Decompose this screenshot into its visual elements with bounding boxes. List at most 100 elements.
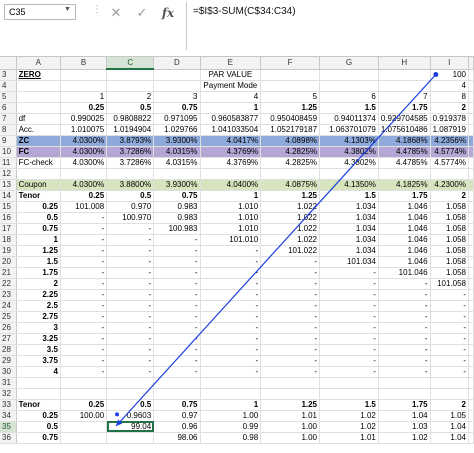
cell-h30[interactable]: - [378, 366, 431, 378]
cell-d34[interactable]: 0.97 [153, 410, 201, 422]
column-header-a[interactable]: A [16, 57, 61, 70]
cell-e14[interactable]: 1 [200, 190, 262, 202]
cell-d18[interactable]: - [153, 234, 201, 246]
cell-f8[interactable]: 1.052179187 [260, 124, 321, 136]
cell-c35[interactable]: 99.04 [106, 421, 155, 433]
cell-h7[interactable]: 0.929704585 [378, 113, 431, 125]
cell-b20[interactable]: - [60, 256, 108, 268]
cell-f34[interactable]: 1.01 [260, 410, 321, 422]
cell-e21[interactable]: - [200, 267, 262, 279]
cell-i3[interactable]: 100 [430, 69, 470, 81]
cell-g20[interactable]: 101.034 [319, 256, 379, 268]
cell-h10[interactable]: 4.4785% [378, 146, 431, 158]
cell-c7[interactable]: 0.9808822 [106, 113, 155, 125]
cell-b27[interactable]: - [60, 333, 108, 345]
cell-g16[interactable]: 1.034 [319, 212, 379, 224]
cell-f7[interactable]: 0.950408459 [260, 113, 321, 125]
cell-f19[interactable]: 101.022 [260, 245, 321, 257]
cell-c18[interactable]: - [106, 234, 155, 246]
enter-icon[interactable]: ✓ [132, 4, 152, 22]
row-header[interactable]: 17 [0, 223, 17, 235]
cell-d35[interactable]: 0.96 [153, 421, 201, 433]
cell-a5[interactable] [16, 91, 61, 103]
cell-e15[interactable]: 1.010 [200, 201, 262, 213]
cell-e5[interactable]: 4 [200, 91, 262, 103]
cell-b10[interactable]: 4.0300% [60, 146, 108, 158]
cell-b16[interactable]: - [60, 212, 108, 224]
cell-e4[interactable]: Payment Mode [200, 80, 262, 92]
cell-c5[interactable]: 2 [106, 91, 155, 103]
row-header[interactable]: 8 [0, 124, 17, 136]
cell-d32[interactable] [153, 388, 201, 400]
cell-b34[interactable]: 100.00 [60, 410, 108, 422]
cell-b24[interactable]: - [60, 300, 108, 312]
cell-g11[interactable]: 4.3802% [319, 157, 379, 169]
cell-b4[interactable] [60, 80, 108, 92]
cell-g12[interactable] [319, 168, 379, 180]
cell-i6[interactable]: 2 [430, 102, 470, 114]
cell-c21[interactable]: - [106, 267, 155, 279]
cell-h5[interactable]: 7 [378, 91, 431, 103]
cell-d12[interactable] [153, 168, 201, 180]
cell-h11[interactable]: 4.4785% [378, 157, 431, 169]
cell-i35[interactable]: 1.04 [430, 421, 470, 433]
cell-d8[interactable]: 1.029766 [153, 124, 201, 136]
row-header[interactable]: 33 [0, 399, 17, 411]
cell-c10[interactable]: 3.7286% [106, 146, 155, 158]
cell-f17[interactable]: 1.022 [260, 223, 321, 235]
row-header[interactable]: 25 [0, 311, 17, 323]
cell-d13[interactable]: 3.9300% [153, 179, 201, 191]
cell-e31[interactable] [200, 377, 262, 389]
cell-d11[interactable]: 4.0315% [153, 157, 201, 169]
cell-c29[interactable]: - [106, 355, 155, 367]
cell-b15[interactable]: 101.008 [60, 201, 108, 213]
cell-e35[interactable]: 0.99 [200, 421, 262, 433]
row-header[interactable]: 15 [0, 201, 17, 213]
column-header-h[interactable]: H [378, 57, 431, 70]
cell-b7[interactable]: 0.990025 [60, 113, 108, 125]
formula-input[interactable]: =$I$3-SUM(C$34:C34) [186, 2, 474, 50]
cell-f18[interactable]: 1.022 [260, 234, 321, 246]
cell-a9[interactable]: ZC [16, 135, 61, 147]
cell-d28[interactable]: - [153, 344, 201, 356]
cell-g9[interactable]: 4.1303% [319, 135, 379, 147]
cell-i22[interactable]: 101.058 [430, 278, 470, 290]
cell-h24[interactable]: - [378, 300, 431, 312]
cell-e3[interactable]: PAR VALUE [200, 69, 262, 81]
cell-b18[interactable]: - [60, 234, 108, 246]
cell-i16[interactable]: 1.058 [430, 212, 470, 224]
cell-i31[interactable] [430, 377, 470, 389]
cell-g4[interactable] [319, 80, 379, 92]
cell-a24[interactable]: 2.5 [16, 300, 61, 312]
cell-b35[interactable] [60, 421, 108, 433]
cell-b9[interactable]: 4.0300% [60, 135, 108, 147]
cell-d31[interactable] [153, 377, 201, 389]
cell-c13[interactable]: 3.8800% [106, 179, 155, 191]
cell-a28[interactable]: 3.5 [16, 344, 61, 356]
cell-b22[interactable]: - [60, 278, 108, 290]
cell-f26[interactable]: - [260, 322, 321, 334]
cell-d26[interactable]: - [153, 322, 201, 334]
cell-a33[interactable]: Tenor [16, 399, 61, 411]
cell-g17[interactable]: 1.034 [319, 223, 379, 235]
name-box-dropdown-icon[interactable]: ▼ [64, 6, 71, 13]
column-header-d[interactable]: D [153, 57, 201, 70]
cell-h27[interactable]: - [378, 333, 431, 345]
select-all-corner[interactable] [0, 57, 17, 70]
cell-f4[interactable] [260, 80, 321, 92]
cell-d24[interactable]: - [153, 300, 201, 312]
cell-i10[interactable]: 4.5774% [430, 146, 470, 158]
cell-b13[interactable]: 4.0300% [60, 179, 108, 191]
cell-c14[interactable]: 0.5 [106, 190, 155, 202]
cell-a17[interactable]: 0.75 [16, 223, 61, 235]
cell-h17[interactable]: 1.046 [378, 223, 431, 235]
cell-b5[interactable]: 1 [60, 91, 108, 103]
row-header[interactable]: 32 [0, 388, 17, 400]
cell-c11[interactable]: 3.7286% [106, 157, 155, 169]
row-header[interactable]: 26 [0, 322, 17, 334]
cell-e12[interactable] [200, 168, 262, 180]
cell-c12[interactable] [106, 168, 155, 180]
cell-h16[interactable]: 1.046 [378, 212, 431, 224]
row-header[interactable]: 7 [0, 113, 17, 125]
cell-c19[interactable]: - [106, 245, 155, 257]
